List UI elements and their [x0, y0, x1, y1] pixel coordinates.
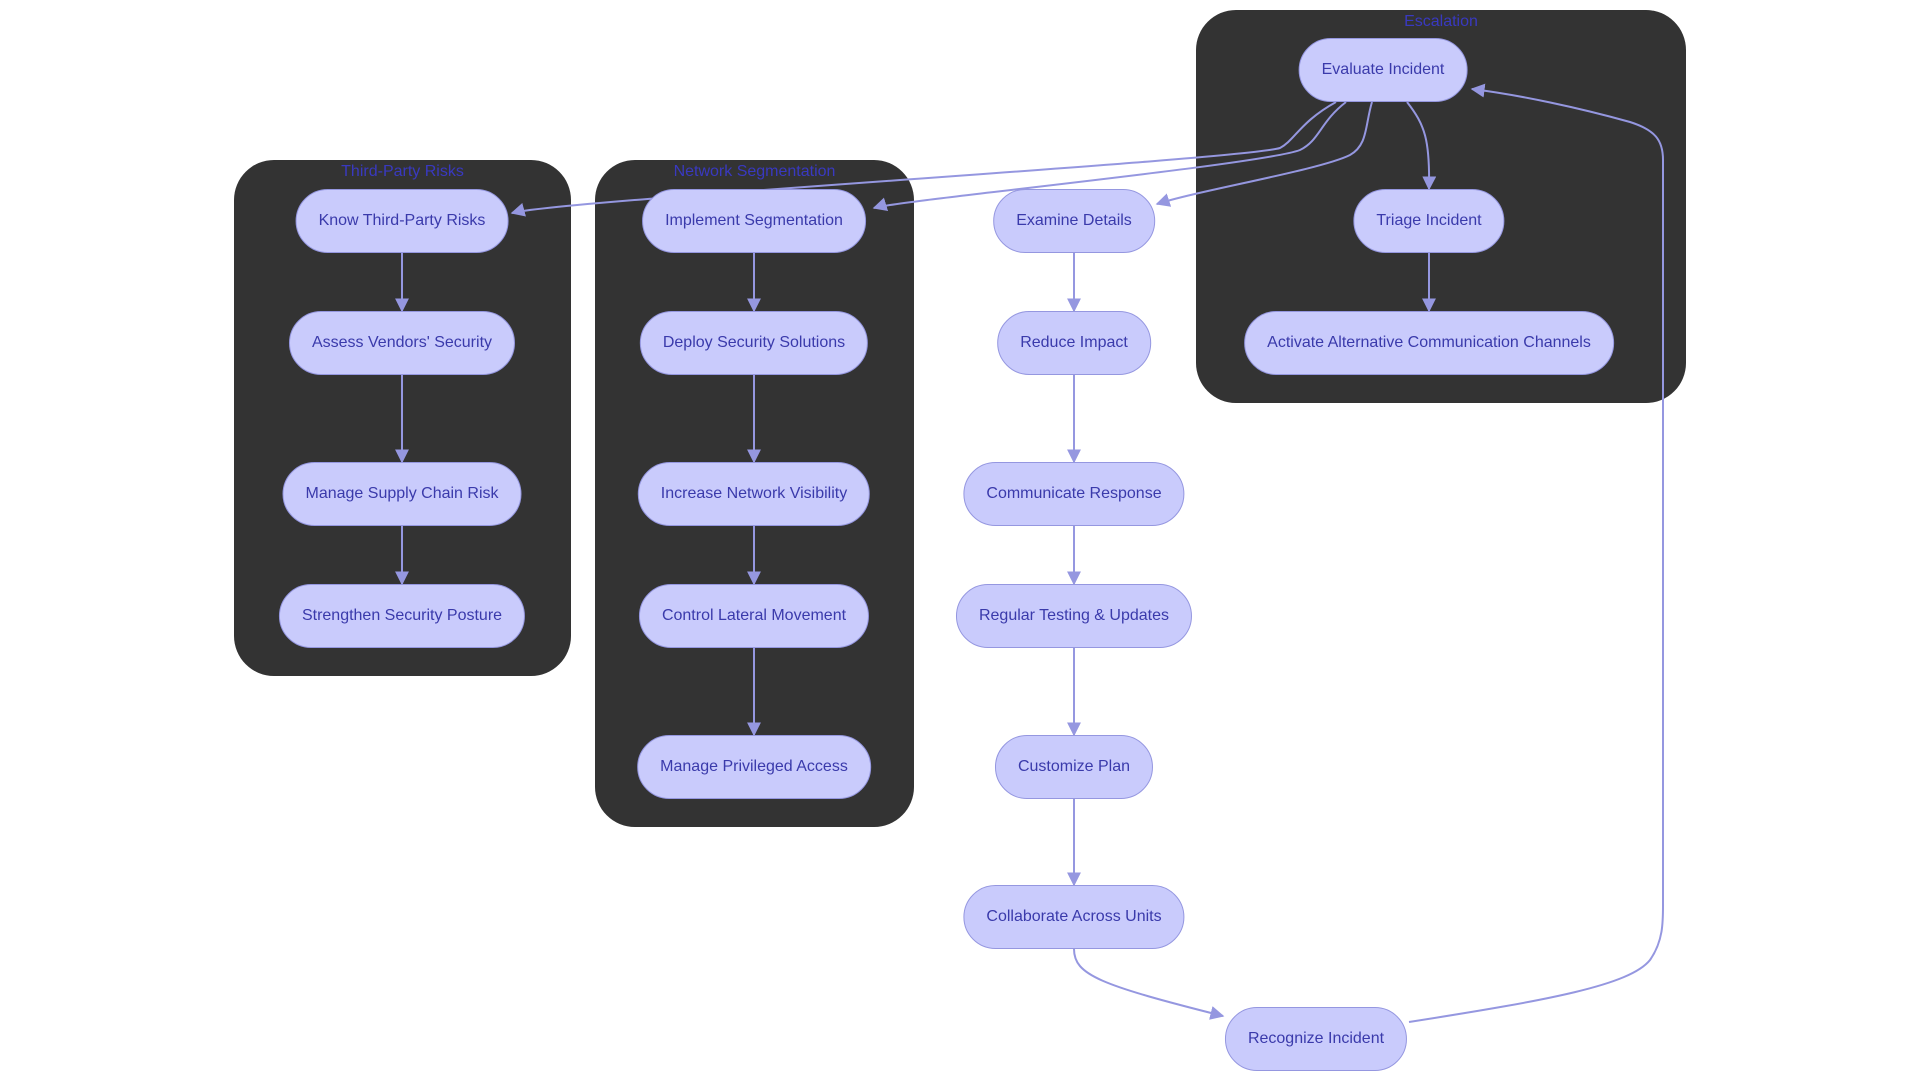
node-manage-supply-chain-risk[interactable]: Manage Supply Chain Risk	[282, 462, 522, 526]
node-know-third-party-risks[interactable]: Know Third-Party Risks	[295, 189, 509, 253]
edge-evaluate-to-examine	[1155, 101, 1373, 207]
node-triage-incident[interactable]: Triage Incident	[1353, 189, 1505, 253]
node-activate-alternative-channels[interactable]: Activate Alternative Communication Chann…	[1244, 311, 1614, 375]
node-control-lateral-movement[interactable]: Control Lateral Movement	[638, 584, 870, 648]
edges-layer	[395, 83, 1665, 1023]
node-increase-network-visibility[interactable]: Increase Network Visibility	[637, 462, 871, 526]
node-recognize-incident[interactable]: Recognize Incident	[1224, 1007, 1408, 1071]
node-customize-plan[interactable]: Customize Plan	[994, 735, 1154, 799]
node-deploy-security-solutions[interactable]: Deploy Security Solutions	[639, 311, 869, 375]
edge-collaborate-to-recognize	[1073, 948, 1225, 1020]
node-collaborate-across-units[interactable]: Collaborate Across Units	[963, 885, 1185, 949]
node-assess-vendors-security[interactable]: Assess Vendors' Security	[288, 311, 516, 375]
node-evaluate-incident[interactable]: Evaluate Incident	[1298, 38, 1468, 102]
edge-evaluate-to-know-third-party	[510, 101, 1337, 217]
edge-evaluate-to-triage	[1406, 101, 1437, 191]
node-manage-privileged-access[interactable]: Manage Privileged Access	[637, 735, 871, 799]
node-examine-details[interactable]: Examine Details	[993, 189, 1155, 253]
node-implement-segmentation[interactable]: Implement Segmentation	[642, 189, 866, 253]
node-regular-testing-updates[interactable]: Regular Testing & Updates	[955, 584, 1193, 648]
node-strengthen-security-posture[interactable]: Strengthen Security Posture	[278, 584, 526, 648]
node-communicate-response[interactable]: Communicate Response	[963, 462, 1185, 526]
node-reduce-impact[interactable]: Reduce Impact	[997, 311, 1151, 375]
